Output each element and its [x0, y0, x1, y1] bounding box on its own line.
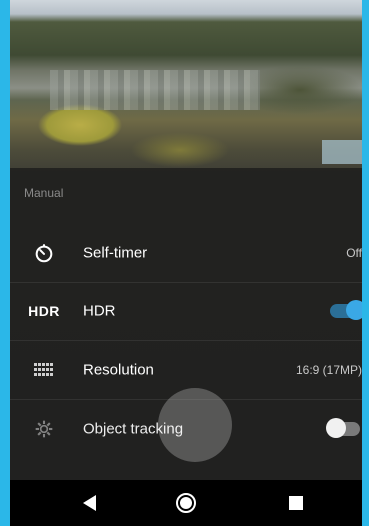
- timer-icon: [28, 241, 60, 265]
- hdr-row[interactable]: HDR HDR: [10, 282, 362, 341]
- object-tracking-toggle[interactable]: [326, 418, 360, 438]
- resolution-grid-icon: [28, 358, 60, 382]
- hdr-label: HDR: [83, 302, 116, 320]
- home-icon[interactable]: [166, 483, 206, 523]
- object-tracking-toggle-knob: [326, 418, 346, 438]
- preview-houses: [50, 70, 260, 110]
- resolution-label: Resolution: [83, 361, 154, 379]
- recents-icon[interactable]: [276, 483, 316, 523]
- object-tracking-row[interactable]: Object tracking: [10, 400, 362, 458]
- gear-icon: [28, 417, 60, 441]
- preview-building: [322, 140, 362, 164]
- object-tracking-label: Object tracking: [83, 420, 184, 438]
- self-timer-value: Off: [346, 246, 362, 260]
- back-icon[interactable]: [70, 483, 110, 523]
- phone-screen: Manual Self-timer Off HDR HDR Resolution…: [10, 0, 362, 526]
- navigation-bar: [10, 480, 362, 526]
- section-title-manual: Manual: [24, 186, 64, 200]
- resolution-value: 16:9 (17MP): [295, 363, 362, 377]
- hdr-toggle[interactable]: [330, 300, 362, 320]
- self-timer-row[interactable]: Self-timer Off: [10, 224, 362, 283]
- hdr-icon: HDR: [28, 303, 60, 319]
- hdr-toggle-knob: [346, 300, 362, 320]
- self-timer-label: Self-timer: [83, 244, 148, 262]
